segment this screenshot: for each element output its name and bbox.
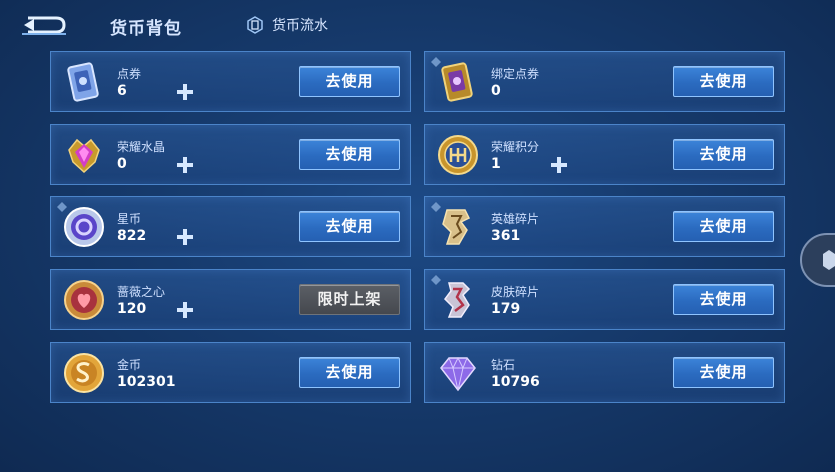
currency-card-skin-fragment: 皮肤碎片 179 去使用	[424, 269, 785, 330]
currency-card-diamond: 钻石 10796 去使用	[424, 342, 785, 403]
currency-name: 点券	[117, 67, 142, 81]
currency-name: 荣耀水晶	[117, 140, 166, 154]
currency-amount: 0	[491, 83, 501, 99]
currency-card-honor-points: 荣耀积分 1 去使用	[424, 124, 785, 185]
currency-name: 英雄碎片	[491, 212, 540, 226]
currency-amount: 120	[117, 301, 147, 317]
currency-name: 钻石	[491, 358, 516, 372]
currency-card-honor-crystal: 荣耀水晶 0 去使用	[50, 124, 411, 185]
back-arrow-icon	[22, 16, 66, 35]
bound-voucher-card-icon	[441, 62, 473, 102]
currency-name: 星币	[117, 212, 142, 226]
currency-name: 绑定点券	[491, 67, 540, 81]
diamond-icon	[440, 356, 476, 392]
currency-flow-link[interactable]: 货币流水	[246, 15, 328, 35]
currency-amount: 361	[491, 228, 521, 244]
currency-name: 荣耀积分	[491, 140, 540, 154]
currency-card-hero-fragment: 英雄碎片 361 去使用	[424, 196, 785, 257]
top-bar: 货币背包 货币流水	[0, 0, 835, 50]
add-plus-icon[interactable]	[549, 155, 569, 175]
currency-name: 皮肤碎片	[491, 285, 540, 299]
use-button[interactable]: 去使用	[299, 357, 400, 388]
add-plus-icon[interactable]	[175, 300, 195, 320]
use-button[interactable]: 去使用	[299, 66, 400, 97]
use-button[interactable]: 去使用	[299, 211, 400, 242]
currency-card-rose-heart: 蔷薇之心 120 限时上架	[50, 269, 411, 330]
use-button[interactable]: 去使用	[673, 66, 774, 97]
hero-fragment-icon	[442, 209, 471, 245]
add-plus-icon[interactable]	[175, 227, 195, 247]
currency-name: 金币	[117, 358, 142, 372]
currency-card-gold-coin: 金币 102301 去使用	[50, 342, 411, 403]
currency-amount: 822	[117, 228, 147, 244]
currency-flow-label: 货币流水	[272, 18, 328, 34]
gold-coin-icon	[64, 353, 104, 393]
honor-points-icon	[438, 135, 478, 175]
skin-fragment-icon	[444, 282, 471, 318]
use-button[interactable]: 去使用	[299, 139, 400, 170]
limited-time-button[interactable]: 限时上架	[299, 284, 400, 315]
use-button[interactable]: 去使用	[673, 211, 774, 242]
currency-amount: 179	[491, 301, 521, 317]
voucher-card-icon	[67, 62, 99, 102]
star-coin-icon	[64, 207, 104, 247]
use-button[interactable]: 去使用	[673, 357, 774, 388]
add-plus-icon[interactable]	[175, 155, 195, 175]
honor-crystal-icon	[68, 138, 100, 174]
side-menu-handle[interactable]	[797, 232, 835, 288]
currency-amount: 6	[117, 83, 127, 99]
page-title: 货币背包	[110, 19, 182, 39]
rose-heart-icon	[64, 280, 104, 320]
add-plus-icon[interactable]	[175, 82, 195, 102]
use-button[interactable]: 去使用	[673, 284, 774, 315]
currency-name: 蔷薇之心	[117, 285, 166, 299]
currency-amount: 10796	[491, 374, 540, 390]
currency-card-star-coin: 星币 822 去使用	[50, 196, 411, 257]
currency-card-voucher: 点券 6 去使用	[50, 51, 411, 112]
flow-record-icon	[247, 16, 263, 34]
use-button[interactable]: 去使用	[673, 139, 774, 170]
currency-amount: 0	[117, 156, 127, 172]
currency-card-bound-voucher: 绑定点券 0 去使用	[424, 51, 785, 112]
currency-amount: 102301	[117, 374, 176, 390]
back-button[interactable]	[20, 12, 68, 38]
currency-amount: 1	[491, 156, 501, 172]
